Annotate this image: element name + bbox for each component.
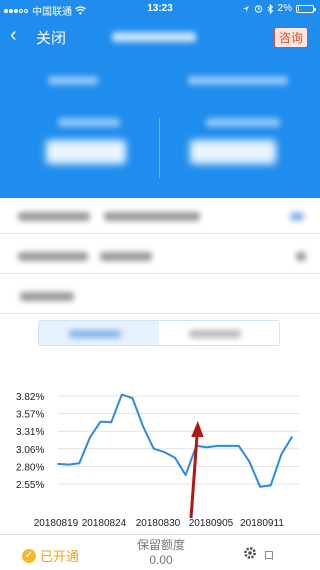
data-point xyxy=(110,421,112,424)
x-tick-label: 20180830 xyxy=(136,518,181,529)
opened-status[interactable]: ✓ 已开通 xyxy=(22,546,79,565)
left-stat-value-redacted xyxy=(46,140,126,164)
arrow-annotation-shaft xyxy=(189,435,199,519)
data-point xyxy=(163,451,166,453)
data-point xyxy=(280,453,283,455)
nav-bar: ‹ 关闭 咨询 xyxy=(0,22,320,50)
tab-label-redacted xyxy=(189,330,241,338)
row-text-redacted xyxy=(18,252,88,261)
data-point xyxy=(67,463,70,466)
bluetooth-icon xyxy=(267,3,273,14)
y-tick-label: 3.82% xyxy=(16,392,44,403)
y-tick-label: 3.06% xyxy=(16,445,44,456)
left-stat-label-redacted xyxy=(48,76,98,85)
row-text-redacted xyxy=(100,252,152,261)
data-point xyxy=(174,456,176,459)
data-point xyxy=(248,461,251,463)
rate-line-chart: 3.82%3.57%3.31%3.06%2.80%2.55%20180819 20… xyxy=(16,392,300,529)
data-point xyxy=(216,445,219,447)
y-tick-label: 3.31% xyxy=(16,427,44,438)
status-right: 2% xyxy=(242,3,316,14)
close-button[interactable]: 关闭 xyxy=(36,27,66,48)
reserve-amount: 保留额度 0.00 xyxy=(120,538,202,568)
x-tick-label: 20180824 xyxy=(82,518,127,529)
check-icon: ✓ xyxy=(22,548,36,563)
data-point xyxy=(99,420,102,423)
battery-icon xyxy=(296,4,316,13)
tab-label-redacted xyxy=(69,330,121,338)
reserve-label: 保留额度 xyxy=(136,538,185,552)
data-point xyxy=(131,397,134,399)
y-tick-label: 2.80% xyxy=(16,462,44,473)
info-row-2[interactable] xyxy=(0,240,320,274)
info-row-1[interactable] xyxy=(0,200,320,234)
x-tick-label: 20180911 xyxy=(240,518,284,529)
data-point xyxy=(269,484,272,487)
data-point xyxy=(78,462,81,464)
page-title-redacted xyxy=(112,32,196,42)
y-tick-label: 2.55% xyxy=(16,480,44,491)
chart-tab-switch xyxy=(38,320,280,346)
battery-percent: 2% xyxy=(277,3,292,14)
x-tick-label: 20180905 xyxy=(189,518,234,529)
data-point xyxy=(121,393,123,396)
data-point xyxy=(184,474,187,476)
chart-tab-2[interactable] xyxy=(159,321,279,345)
data-point xyxy=(291,436,293,438)
reserve-value: 0.00 xyxy=(149,553,173,567)
rate-series-line xyxy=(57,393,293,488)
data-point xyxy=(227,445,229,447)
row-text-redacted xyxy=(20,292,74,301)
row-text-redacted xyxy=(18,212,90,221)
row-icon-redacted xyxy=(296,252,306,261)
data-point xyxy=(238,445,240,447)
data-point xyxy=(89,436,91,439)
arrow-annotation-head xyxy=(191,421,204,437)
location-icon xyxy=(242,5,249,12)
right-stat-label-redacted xyxy=(188,76,288,85)
status-bar: 中国联通 13:23 2% xyxy=(0,0,320,18)
left-stat-caption-redacted xyxy=(58,118,120,127)
stat-divider xyxy=(159,118,160,178)
data-point xyxy=(206,446,208,449)
data-point xyxy=(142,425,144,428)
data-point xyxy=(57,463,59,465)
opened-label: 已开通 xyxy=(40,549,80,564)
chart-tab-1[interactable] xyxy=(39,321,159,345)
more-button[interactable]: 口 xyxy=(264,547,274,562)
right-stat-value-redacted xyxy=(190,140,276,164)
alarm-icon xyxy=(254,5,262,13)
data-point xyxy=(152,447,155,450)
right-stat-caption-redacted xyxy=(206,118,280,127)
row-text-redacted xyxy=(104,212,200,221)
data-point xyxy=(259,486,261,488)
row-icon-redacted xyxy=(290,212,304,221)
chevron-left-icon[interactable]: ‹ xyxy=(10,24,17,46)
gear-icon[interactable] xyxy=(242,545,258,561)
consult-button[interactable]: 咨询 xyxy=(273,27,308,48)
bottom-bar: ✓ 已开通 保留额度 0.00 口 xyxy=(0,534,320,570)
info-row-3[interactable] xyxy=(0,280,320,314)
y-tick-label: 3.57% xyxy=(16,410,44,421)
x-tick-label: 20180819 xyxy=(34,518,79,529)
